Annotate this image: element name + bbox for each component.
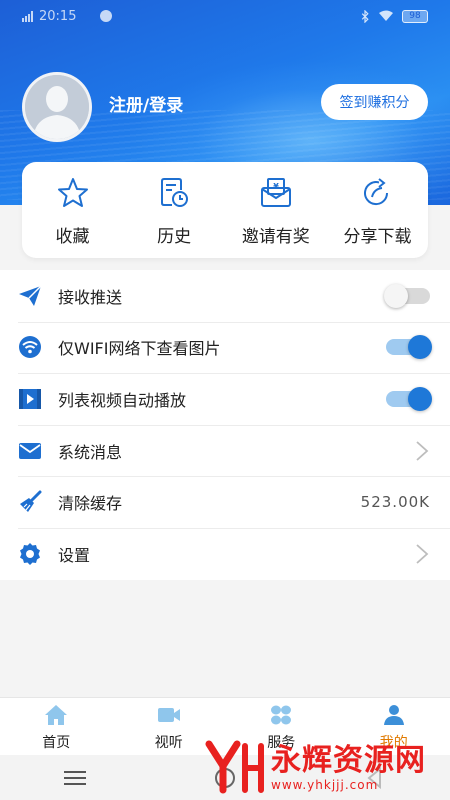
wifi-images-toggle-knob <box>408 335 432 360</box>
system-messages-row[interactable]: 系统消息 <box>0 424 450 477</box>
wifi-icon <box>18 335 42 359</box>
share-download-label: 分享下载 <box>343 227 412 247</box>
bluetooth-icon <box>361 9 369 23</box>
nav-home-label: 首页 <box>42 735 71 751</box>
invite-reward-label: 邀请有奖 <box>241 227 310 247</box>
wifi-images-toggle[interactable] <box>386 335 432 360</box>
wifi-images-row: 仅WIFI网络下查看图片 <box>0 321 450 374</box>
notification-icon <box>100 10 113 22</box>
settings-row[interactable]: 设置 <box>0 527 450 580</box>
system-messages-label: 系统消息 <box>58 442 123 462</box>
invite-reward-button[interactable]: ¥ 邀请有奖 <box>225 162 326 258</box>
history-label: 历史 <box>157 227 192 247</box>
mail-icon <box>18 439 42 463</box>
status-time: 20:15 <box>39 8 77 24</box>
watermark-url: www.yhkjjj.com <box>271 778 379 792</box>
cache-size-value: 523.00K <box>360 493 430 512</box>
clear-cache-label: 清除缓存 <box>58 494 123 514</box>
menu-icon[interactable] <box>64 770 86 785</box>
autoplay-label: 列表视频自动播放 <box>58 390 187 410</box>
quick-actions-card: 收藏 历史 ¥ 邀请有奖 分享下载 <box>22 162 428 258</box>
push-setting-label: 接收推送 <box>58 287 123 307</box>
video-icon <box>18 387 42 411</box>
broom-icon <box>18 490 42 514</box>
default-avatar-icon <box>25 75 89 139</box>
signal-icon <box>22 10 33 22</box>
push-toggle-knob <box>384 283 408 308</box>
share-icon <box>364 178 389 206</box>
gear-icon <box>18 542 42 566</box>
camera-icon <box>157 708 180 722</box>
avatar[interactable] <box>22 72 92 142</box>
autoplay-row: 列表视频自动播放 <box>0 373 450 425</box>
wifi-images-label: 仅WIFI网络下查看图片 <box>58 339 221 359</box>
nav-media-label: 视听 <box>154 735 183 751</box>
settings-list: 接收推送 仅WIFI网络下查看图片 列表视频自动播放 系统消息 清除缓存 523… <box>0 270 450 580</box>
watermark: 永辉资源网 www.yhkjjj.com <box>205 738 445 798</box>
nav-home[interactable]: 首页 <box>0 698 113 755</box>
history-icon <box>161 178 189 207</box>
battery-icon: 98 <box>402 9 428 23</box>
chevron-right-icon <box>416 440 429 461</box>
invite-reward-icon: ¥ <box>260 178 291 207</box>
autoplay-toggle-knob <box>408 386 432 411</box>
svg-text:¥: ¥ <box>273 182 279 191</box>
paper-plane-icon <box>18 284 42 308</box>
push-setting-row: 接收推送 <box>0 270 450 322</box>
favorites-button[interactable]: 收藏 <box>22 162 123 258</box>
checkin-button[interactable]: 签到赚积分 <box>321 84 428 120</box>
watermark-logo-icon <box>205 740 264 794</box>
share-download-button[interactable]: 分享下载 <box>327 162 428 258</box>
settings-label: 设置 <box>58 545 91 565</box>
autoplay-toggle[interactable] <box>386 386 432 411</box>
status-bar: 20:15 98 <box>0 0 450 32</box>
user-icon <box>383 705 404 725</box>
push-toggle[interactable] <box>384 283 430 308</box>
login-register-link[interactable]: 注册/登录 <box>109 91 183 116</box>
watermark-name: 永辉资源网 <box>271 743 426 778</box>
clear-cache-row[interactable]: 清除缓存 523.00K <box>0 476 450 528</box>
star-icon <box>57 178 88 207</box>
wifi-status-icon <box>379 10 393 21</box>
services-icon <box>271 705 292 725</box>
history-button[interactable]: 历史 <box>124 162 225 258</box>
favorites-label: 收藏 <box>55 227 90 247</box>
chevron-right-icon <box>416 544 429 564</box>
home-icon <box>45 705 68 725</box>
